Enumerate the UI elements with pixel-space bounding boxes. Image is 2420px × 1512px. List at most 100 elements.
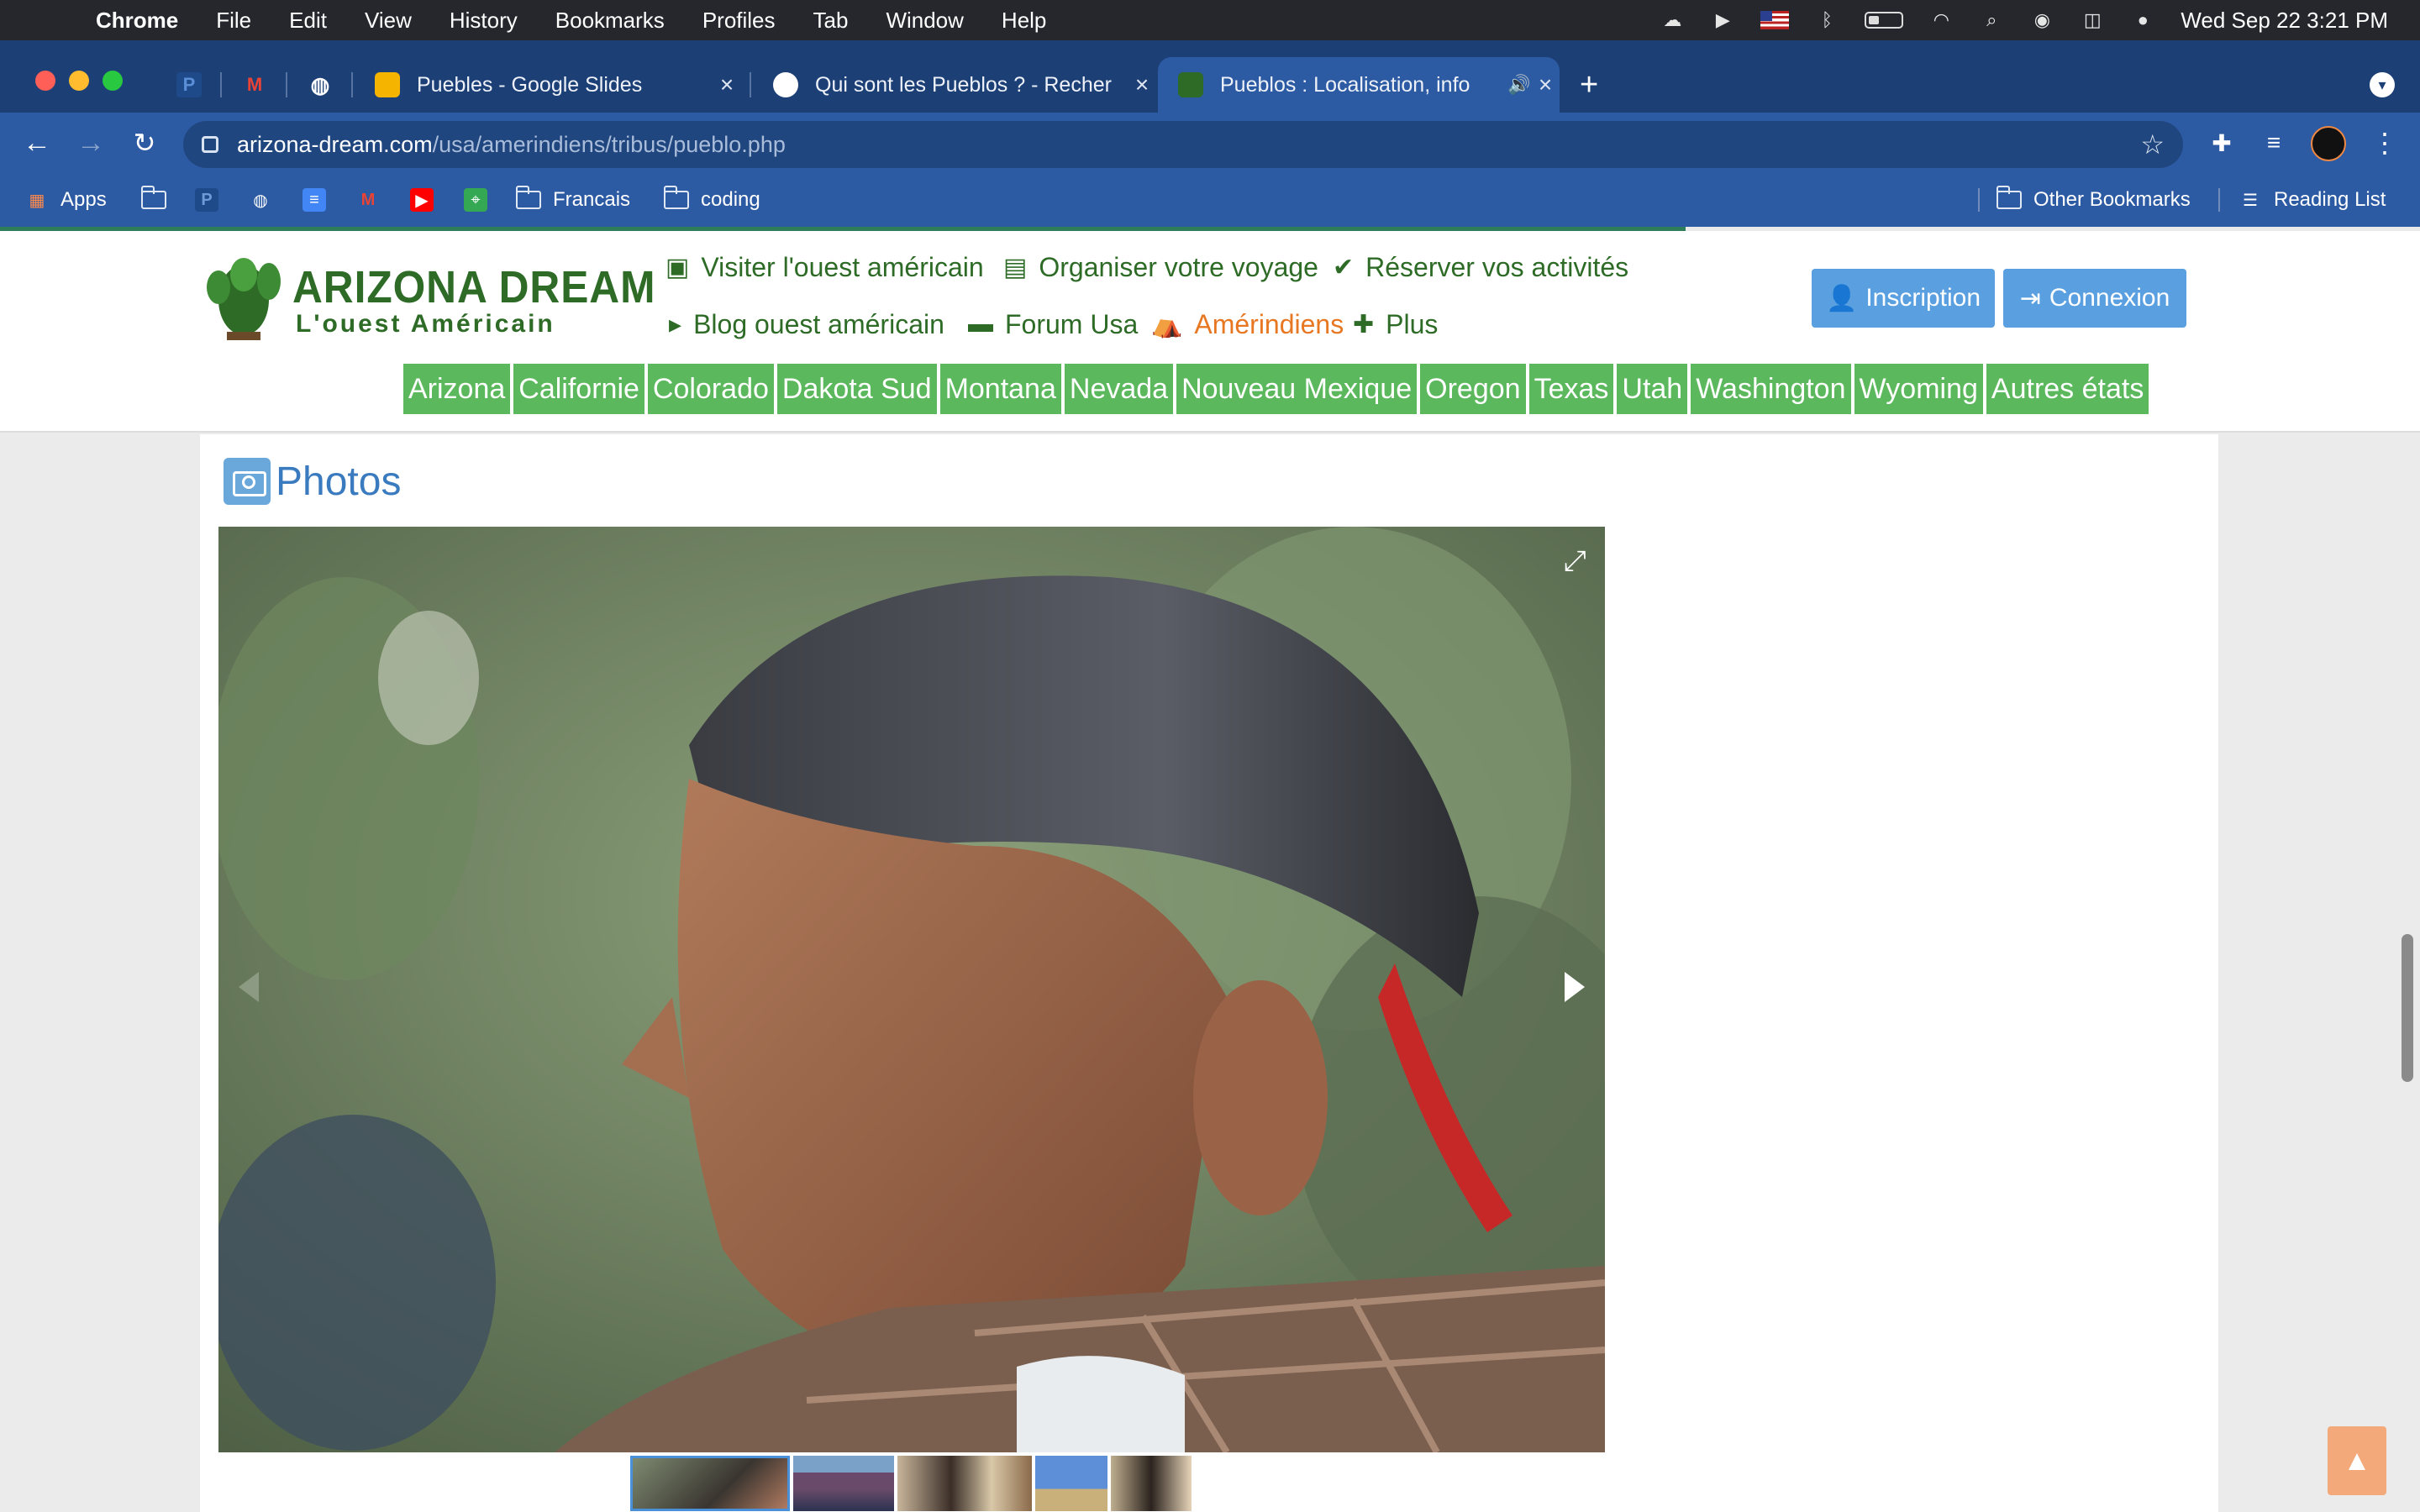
profile-avatar[interactable]	[2311, 126, 2346, 161]
nav-more[interactable]: ✚ Plus	[1353, 305, 1438, 344]
bookmark-youtube[interactable]: ▶	[410, 185, 445, 215]
bluetooth-icon[interactable]: ᛒ	[1814, 9, 1839, 30]
login-button[interactable]: ⇥ Connexion	[2003, 269, 2186, 328]
nav-organize[interactable]: ▤ Organiser votre voyage	[1003, 248, 1318, 286]
nav-blog[interactable]: ▸ Blog ouest américain	[669, 305, 944, 344]
bookmark-globe[interactable]: ◍	[249, 185, 284, 215]
previous-slide-arrow-icon[interactable]	[239, 972, 259, 1002]
wifi-icon[interactable]: ◠	[1928, 9, 1954, 30]
state-washington[interactable]: Washington	[1691, 364, 1851, 414]
control-center-icon[interactable]: ◫	[2080, 9, 2105, 30]
menu-help[interactable]: Help	[1002, 8, 1046, 34]
thumbnail-2[interactable]	[793, 1456, 894, 1511]
pinned-tab-p-icon[interactable]: P	[176, 72, 202, 97]
state-dakota-sud[interactable]: Dakota Sud	[776, 364, 937, 414]
close-tab-icon[interactable]: ×	[1531, 71, 1560, 98]
extensions-puzzle-icon[interactable]: ✚	[2207, 128, 2237, 158]
creative-cloud-icon[interactable]: ☁	[1660, 9, 1685, 30]
menu-profiles[interactable]: Profiles	[702, 8, 776, 34]
bookmark-other-bookmarks[interactable]: Other Bookmarks	[1996, 185, 2191, 215]
bookmarks-divider	[2218, 188, 2220, 212]
menu-file[interactable]: File	[216, 8, 251, 34]
thumbnail-4[interactable]	[1035, 1456, 1107, 1511]
signup-button[interactable]: 👤 Inscription	[1812, 269, 1995, 328]
menu-window[interactable]: Window	[886, 8, 963, 34]
back-to-top-arrow-icon[interactable]: ▲	[2328, 1426, 2386, 1495]
siri-icon[interactable]: ●	[2130, 9, 2155, 30]
new-tab-plus-icon[interactable]: +	[1580, 67, 1598, 103]
state-autres-etats[interactable]: Autres états	[1986, 364, 2149, 414]
tab-pueblos-active[interactable]: Pueblos : Localisation, info 🔊 ×	[1158, 57, 1560, 113]
state-montana[interactable]: Montana	[939, 364, 1061, 414]
state-wyoming[interactable]: Wyoming	[1854, 364, 1983, 414]
tab-google-slides[interactable]: Puebles - Google Slides ×	[355, 57, 741, 113]
thumbnail-1-active[interactable]	[630, 1456, 790, 1511]
nav-book[interactable]: ✔ Réserver vos activités	[1333, 248, 1628, 286]
battery-icon[interactable]	[1865, 12, 1904, 29]
bookmark-apps[interactable]: ▦ Apps	[25, 185, 107, 215]
bookmark-folder-francais[interactable]: Francais	[516, 185, 630, 215]
bookmark-star-icon[interactable]: ☆	[2140, 129, 2165, 160]
user-account-icon[interactable]: ◉	[2029, 9, 2054, 30]
nav-forum[interactable]: ▬ Forum Usa	[968, 305, 1138, 344]
thumbnail-5[interactable]	[1111, 1456, 1192, 1511]
menu-edit[interactable]: Edit	[289, 8, 327, 34]
bookmark-folder-unnamed[interactable]	[141, 185, 178, 215]
menu-app-name[interactable]: Chrome	[96, 8, 178, 34]
signup-label: Inscription	[1865, 284, 1981, 312]
page-scrollbar-thumb[interactable]	[2402, 934, 2413, 1082]
close-tab-icon[interactable]: ×	[1128, 71, 1156, 98]
nav-label: Forum Usa	[1005, 308, 1139, 339]
play-icon[interactable]: ▶	[1710, 9, 1735, 30]
spotlight-search-icon[interactable]: ⌕	[1979, 9, 2004, 30]
pinned-tab-globe-icon[interactable]: ◍	[308, 72, 333, 97]
pinned-tab-gmail-icon[interactable]: M	[242, 72, 267, 97]
photo-gallery-slide[interactable]: ⤢	[218, 527, 1605, 1452]
state-colorado[interactable]: Colorado	[647, 364, 774, 414]
menu-bookmarks[interactable]: Bookmarks	[555, 8, 665, 34]
state-utah[interactable]: Utah	[1617, 364, 1688, 414]
menu-view[interactable]: View	[365, 8, 412, 34]
state-californie[interactable]: Californie	[513, 364, 644, 414]
window-minimize-button[interactable]	[69, 71, 89, 91]
nav-amerindians[interactable]: ⛺ Amérindiens	[1151, 305, 1344, 344]
state-nouveau-mexique[interactable]: Nouveau Mexique	[1176, 364, 1418, 414]
bookmark-label: Other Bookmarks	[2033, 188, 2191, 211]
chrome-menu-kebab-icon[interactable]: ⋮	[2370, 128, 2400, 158]
state-oregon[interactable]: Oregon	[1420, 364, 1526, 414]
window-zoom-button[interactable]	[103, 71, 123, 91]
close-tab-icon[interactable]: ×	[713, 71, 741, 98]
input-source-flag-icon[interactable]	[1760, 11, 1790, 29]
bookmark-gmail[interactable]: M	[356, 185, 392, 215]
picture-icon: ▣	[666, 253, 690, 281]
menu-history[interactable]: History	[450, 8, 518, 34]
bookmark-maps[interactable]: ⌖	[464, 185, 499, 215]
next-slide-arrow-icon[interactable]	[1565, 972, 1585, 1002]
reload-icon[interactable]: ↻	[128, 126, 161, 160]
sign-in-icon: ⇥	[2019, 284, 2041, 312]
menu-tab[interactable]: Tab	[813, 8, 849, 34]
tab-google-search[interactable]: Qui sont les Pueblos ? - Recher ×	[753, 57, 1156, 113]
reading-list-button[interactable]: ☰ Reading List	[2238, 185, 2386, 215]
bookmark-docs[interactable]: ≡	[302, 185, 338, 215]
state-arizona[interactable]: Arizona	[403, 364, 511, 414]
menubar-clock[interactable]: Wed Sep 22 3:21 PM	[2181, 8, 2388, 34]
main-content: Photos ⤢	[200, 434, 2218, 1512]
lock-icon[interactable]	[202, 136, 218, 153]
nav-visit[interactable]: ▣ Visiter l'ouest américain	[666, 248, 984, 286]
window-close-button[interactable]	[35, 71, 55, 91]
speaker-icon[interactable]: 🔊	[1507, 74, 1531, 96]
state-texas[interactable]: Texas	[1528, 364, 1614, 414]
state-nevada[interactable]: Nevada	[1064, 364, 1174, 414]
forward-arrow-icon[interactable]: →	[74, 126, 108, 160]
thumbnail-3[interactable]	[897, 1456, 1032, 1511]
tab-separator	[351, 72, 353, 97]
address-bar[interactable]: arizona-dream.com/usa/amerindiens/tribus…	[183, 121, 2183, 168]
fullscreen-expand-icon[interactable]: ⤢	[1564, 545, 1586, 578]
site-logo[interactable]: ARIZONA DREAM L'ouest Américain	[202, 249, 655, 342]
back-arrow-icon[interactable]: ←	[20, 126, 54, 160]
bookmark-folder-coding[interactable]: coding	[664, 185, 760, 215]
bookmark-p[interactable]: P	[195, 185, 230, 215]
media-controls-icon[interactable]: ≡	[2259, 128, 2289, 158]
tab-search-chevron-down-icon[interactable]: ▾	[2370, 72, 2395, 97]
